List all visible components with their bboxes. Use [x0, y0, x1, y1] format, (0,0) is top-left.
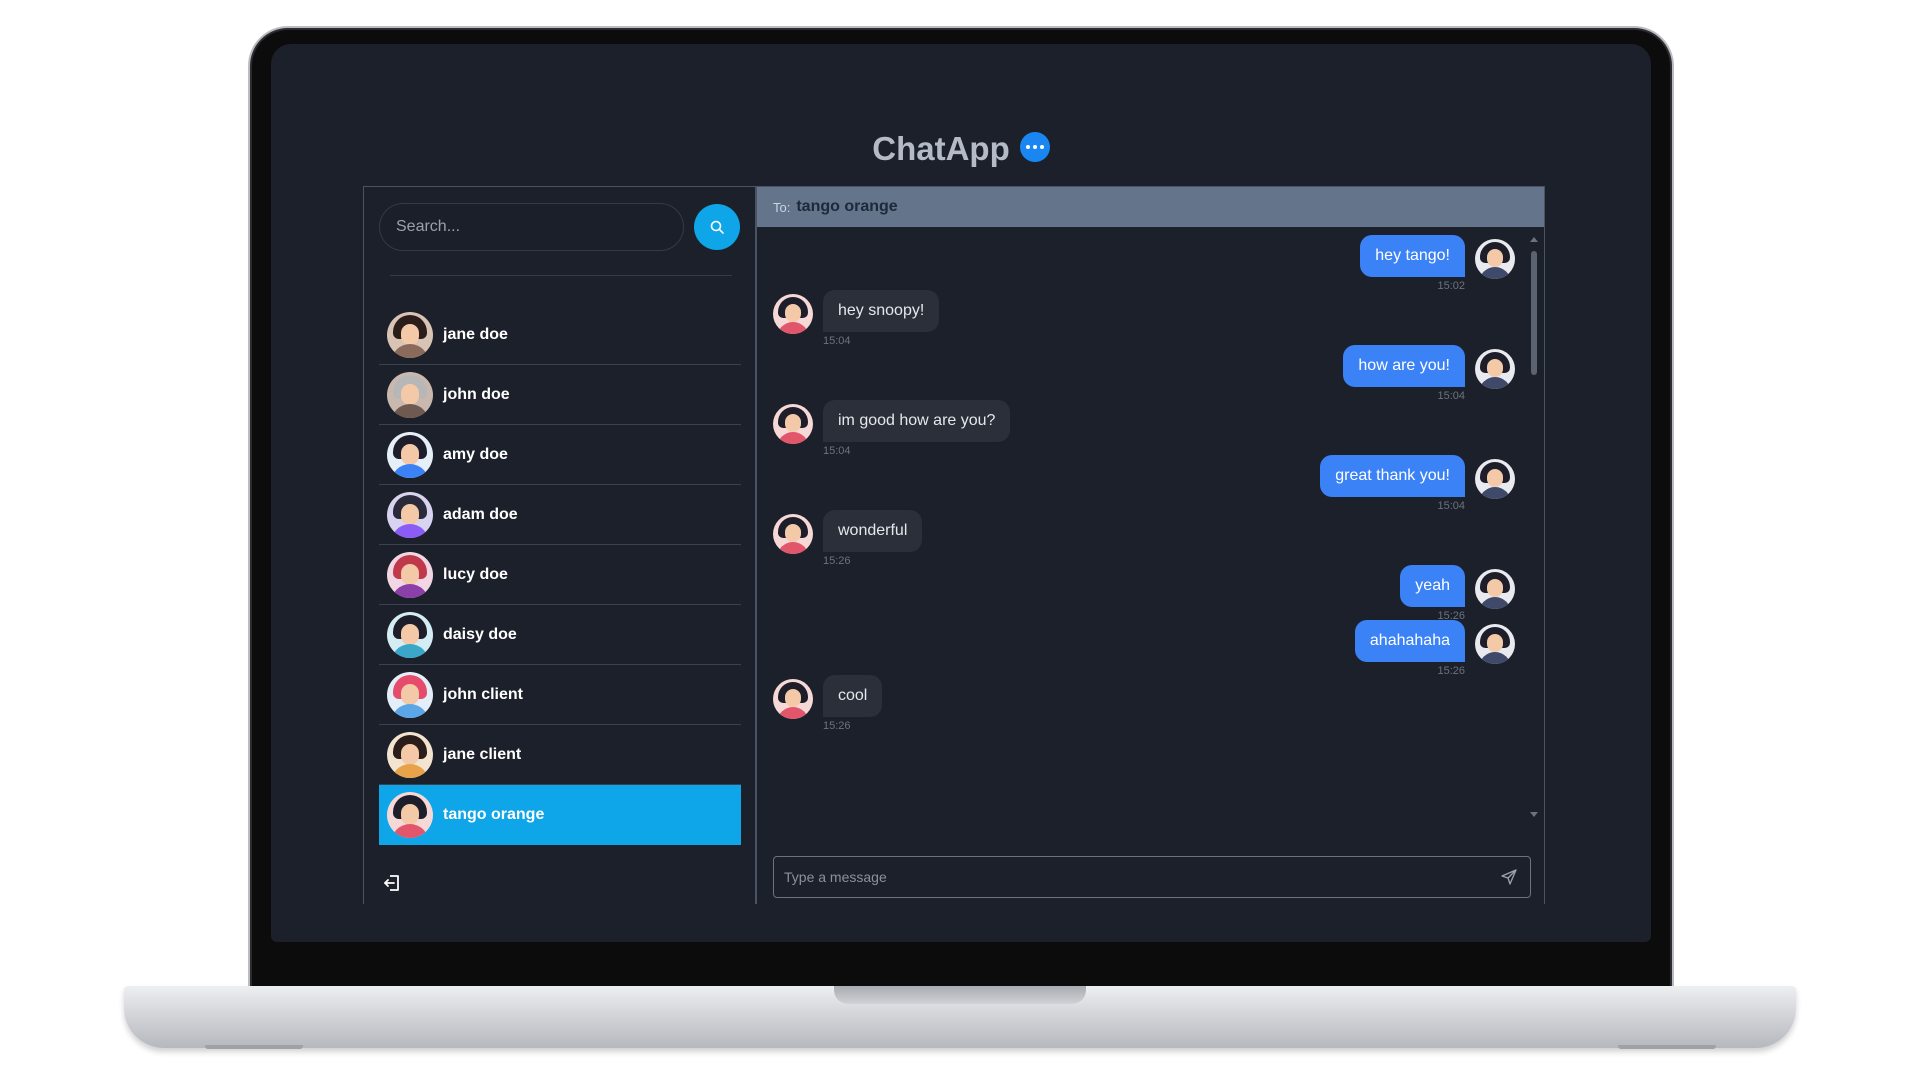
avatar: [1475, 569, 1515, 609]
chat-area: To: tango orange hey tango! 15:02 hey snoo…: [757, 187, 1544, 904]
contact-item[interactable]: tango orange: [379, 785, 741, 845]
avatar: [773, 679, 813, 719]
scroll-down-icon[interactable]: [1530, 812, 1538, 817]
contact-item[interactable]: jane doe: [379, 305, 741, 365]
avatar: [1475, 624, 1515, 664]
contact-item[interactable]: john client: [379, 665, 741, 725]
scroll-up-icon[interactable]: [1530, 237, 1538, 242]
contact-name: adam doe: [443, 505, 518, 523]
sent-message: hey tango! 15:02: [1360, 235, 1515, 292]
sent-message: how are you! 15:04: [1343, 345, 1515, 402]
app-header: ChatApp: [271, 124, 1651, 174]
message-bubble: how are you!: [1343, 345, 1465, 387]
laptop-foot: [205, 1045, 303, 1049]
avatar: [1475, 239, 1515, 279]
search-bar: [379, 203, 740, 251]
contact-item[interactable]: john doe: [379, 365, 741, 425]
send-button[interactable]: [1498, 866, 1520, 888]
message-composer: [773, 856, 1531, 898]
avatar: [773, 514, 813, 554]
app-title: ChatApp: [872, 130, 1010, 167]
contact-name: amy doe: [443, 445, 508, 463]
message-time: 15:26: [823, 720, 851, 732]
laptop-foot: [1618, 1045, 1716, 1049]
sent-message: great thank you! 15:04: [1320, 455, 1515, 512]
message-time: 15:04: [823, 445, 851, 457]
app-window: ChatApp jane doe john doe amy doe adam doe l…: [271, 44, 1651, 942]
message-scrollbar[interactable]: [1528, 237, 1540, 817]
received-message: im good how are you? 15:04: [773, 400, 1011, 457]
contact-name: jane client: [443, 745, 522, 763]
avatar: [387, 611, 433, 658]
message-time: 15:04: [823, 335, 851, 347]
contact-name: jane doe: [443, 325, 508, 343]
message-time: 15:26: [1437, 665, 1465, 677]
message-bubble: hey snoopy!: [823, 290, 940, 332]
message-bubble: wonderful: [823, 510, 923, 552]
message-time: 15:26: [823, 555, 851, 567]
contact-item[interactable]: adam doe: [379, 485, 741, 545]
search-icon: [710, 220, 724, 234]
contact-name: john doe: [443, 385, 510, 403]
avatar: [773, 294, 813, 334]
contact-item[interactable]: amy doe: [379, 425, 741, 485]
message-time: 15:04: [1437, 390, 1465, 402]
send-icon: [1501, 869, 1517, 885]
contact-name: tango orange: [443, 806, 545, 823]
message-time: 15:02: [1437, 280, 1465, 292]
contact-item[interactable]: daisy doe: [379, 605, 741, 665]
received-message: cool 15:26: [773, 675, 883, 732]
message-bubble: hey tango!: [1360, 235, 1465, 277]
scroll-thumb[interactable]: [1531, 251, 1537, 375]
message-bubble: ahahahaha: [1354, 620, 1465, 662]
avatar: [387, 731, 433, 778]
received-message: hey snoopy! 15:04: [773, 290, 940, 347]
search-button[interactable]: [694, 204, 740, 250]
avatar: [387, 551, 433, 598]
search-input[interactable]: [379, 203, 684, 251]
message-input[interactable]: [784, 869, 1498, 885]
logout-button[interactable]: [380, 871, 404, 895]
contact-name: lucy doe: [443, 565, 508, 583]
avatar: [387, 491, 433, 538]
sent-message: ahahahaha 15:26: [1354, 620, 1515, 677]
sent-message: yeah 15:26: [1400, 565, 1515, 622]
sidebar: jane doe john doe amy doe adam doe lucy doe d…: [364, 187, 757, 904]
contact-list: jane doe john doe amy doe adam doe lucy doe d…: [379, 305, 741, 845]
avatar: [773, 404, 813, 444]
avatar: [387, 792, 433, 838]
avatar: [1475, 459, 1515, 499]
avatar: [387, 371, 433, 418]
message-bubble: cool: [823, 675, 883, 717]
laptop-notch: [834, 986, 1086, 1004]
avatar: [387, 311, 433, 358]
avatar: [1475, 349, 1515, 389]
message-bubble: im good how are you?: [823, 400, 1011, 442]
chat-panel: jane doe john doe amy doe adam doe lucy doe d…: [363, 186, 1545, 904]
recipient-name: tango orange: [796, 198, 898, 215]
chat-bubble-icon: [1019, 132, 1050, 162]
avatar: [387, 671, 433, 718]
message-list[interactable]: hey tango! 15:02 hey snoopy! 15:04 how are y…: [757, 227, 1545, 819]
logout-icon: [384, 875, 399, 891]
contact-item[interactable]: lucy doe: [379, 545, 741, 605]
contact-name: john client: [443, 685, 523, 703]
message-bubble: yeah: [1400, 565, 1465, 607]
divider: [390, 275, 732, 276]
laptop-mockup: ChatApp jane doe john doe amy doe adam doe l…: [0, 0, 1919, 1079]
avatar: [387, 431, 433, 478]
contact-name: daisy doe: [443, 625, 517, 643]
message-bubble: great thank you!: [1320, 455, 1465, 497]
received-message: wonderful 15:26: [773, 510, 923, 567]
to-label: To:: [773, 199, 791, 215]
chat-header: To: tango orange: [757, 187, 1544, 227]
message-time: 15:04: [1437, 500, 1465, 512]
contact-item[interactable]: jane client: [379, 725, 741, 785]
